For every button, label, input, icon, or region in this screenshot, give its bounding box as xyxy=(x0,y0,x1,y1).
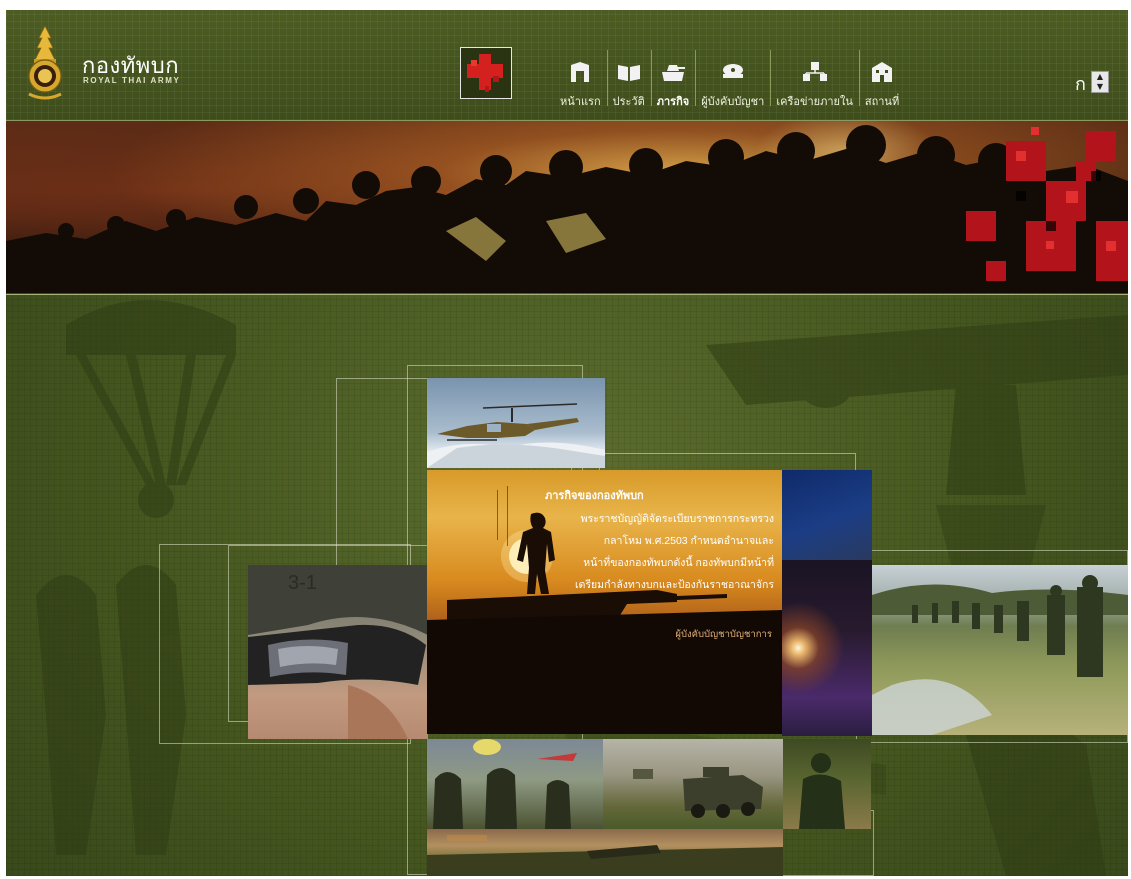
main-nav: หน้าแรก ประวัติ ภารกิจ ผู้บังคับบัญชา เค… xyxy=(554,44,905,114)
soldier-silhouettes-image xyxy=(6,121,1128,293)
nav-item-label: เครือข่ายภายใน xyxy=(776,96,853,108)
soldier-group-icon xyxy=(433,739,577,829)
nav-item-label: ประวัติ xyxy=(612,96,645,108)
nav-item-label: สถานที่ xyxy=(864,96,900,108)
page-frame: กองทัพบก ROYAL THAI ARMY หน้าแรก ประวัติ… xyxy=(6,10,1128,876)
red-cross-icon xyxy=(467,54,503,92)
soldiers-gasmask-photo[interactable] xyxy=(427,739,603,829)
mission-body-line: หน้าที่ของกองทัพบกดังนี้ กองทัพบกมีหน้าท… xyxy=(583,557,774,569)
site-header: กองทัพบก ROYAL THAI ARMY หน้าแรก ประวัติ… xyxy=(6,10,1128,121)
font-size-stepper[interactable]: ▲ ▼ xyxy=(1091,71,1109,93)
font-size-down-icon[interactable]: ▼ xyxy=(1092,82,1108,92)
nav-item-network[interactable]: เครือข่ายภายใน xyxy=(770,44,859,114)
armored-vehicle-icon xyxy=(633,767,763,818)
font-size-glyph: ก xyxy=(1075,74,1086,94)
gate-icon xyxy=(571,62,590,82)
nav-item-mission[interactable]: ภารกิจ xyxy=(650,44,695,114)
helicopter-photo[interactable] xyxy=(427,378,605,468)
font-size-up-icon[interactable]: ▲ xyxy=(1092,72,1108,82)
jungle-soldier-photo[interactable] xyxy=(783,739,871,829)
soldiers-field-photo[interactable] xyxy=(872,565,1128,735)
mission-body-line: พระราชบัญญัติจัดระเบียบราชการกระทรวง xyxy=(580,513,774,525)
helicopter-icon xyxy=(427,403,605,468)
red-emblem-box[interactable] xyxy=(460,47,512,99)
blue-sky-tile xyxy=(782,470,872,560)
mission-body-line: กลาโหม พ.ศ.2503 กำหนดอำนาจและ xyxy=(603,535,774,547)
mission-panel[interactable]: ภารกิจของกองทัพบก พระราชบัญญัติจัดระเบีย… xyxy=(427,470,782,734)
nav-item-commanders[interactable]: ผู้บังคับบัญชา xyxy=(695,44,770,114)
patrol-icon xyxy=(872,575,1128,735)
nav-item-history[interactable]: ประวัติ xyxy=(606,44,651,114)
mission-title: ภารกิจของกองทัพบก xyxy=(545,490,644,502)
soldier-goggles-photo[interactable]: 3-1 xyxy=(248,565,428,739)
nav-item-places[interactable]: สถานที่ xyxy=(858,44,905,114)
nav-item-home[interactable]: หน้าแรก xyxy=(554,44,607,114)
artillery-strip-photo[interactable] xyxy=(427,829,783,876)
building-icon xyxy=(872,62,893,82)
mission-body-line: เตรียมกำลังทางบกและป้องกันราชอาณาจักร xyxy=(574,579,774,591)
svg-text:3-1: 3-1 xyxy=(288,572,317,594)
goggles-icon: 3-1 xyxy=(248,565,428,739)
armored-vehicle-photo[interactable] xyxy=(603,739,783,829)
brand-subtitle: ROYAL THAI ARMY xyxy=(83,76,181,85)
soldiers-banner xyxy=(6,121,1128,293)
mission-body: พระราชบัญญัติจัดระเบียบราชการกระทรวง กลา… xyxy=(504,508,774,596)
nav-item-label: ภารกิจ xyxy=(656,96,690,108)
lens-flare-tile xyxy=(782,560,872,736)
mission-signature: ผู้บังคับบัญชาบัญชาการ xyxy=(675,629,772,640)
network-icon xyxy=(802,62,827,81)
nav-item-label: ผู้บังคับบัญชา xyxy=(701,96,765,108)
jungle-soldier-icon xyxy=(799,753,845,829)
nav-item-label: หน้าแรก xyxy=(560,96,601,108)
book-icon xyxy=(617,65,640,81)
officer-cap-icon xyxy=(722,64,743,78)
royal-thai-army-emblem-icon[interactable] xyxy=(24,24,66,100)
artillery-icon xyxy=(427,835,783,876)
tank-icon xyxy=(661,65,685,81)
